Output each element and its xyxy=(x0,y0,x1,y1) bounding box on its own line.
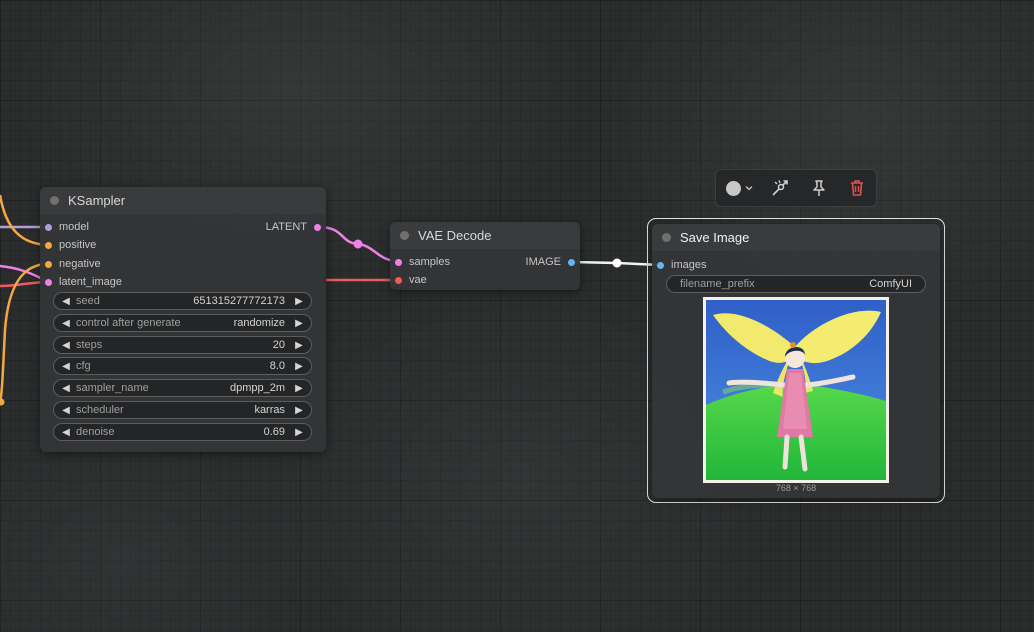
slot-label: images xyxy=(671,259,707,271)
increment-arrow-icon[interactable]: ▶ xyxy=(293,340,305,351)
widget-control-after-generate[interactable]: ◀ control after generate randomize ▶ xyxy=(53,314,312,332)
slot-label: samples xyxy=(409,256,450,268)
color-circle-icon xyxy=(726,180,742,196)
link-reroute-dot xyxy=(353,239,363,249)
output-slot-image[interactable]: IMAGE xyxy=(526,254,575,270)
bypass-icon xyxy=(772,180,789,196)
widget-label: filename_prefix xyxy=(680,278,755,290)
slot-dot-icon[interactable] xyxy=(314,223,321,231)
slot-label: LATENT xyxy=(265,221,307,233)
slot-label: latent_image xyxy=(59,276,122,288)
vae-decode-node[interactable]: VAE Decode samples vae IMAGE xyxy=(390,222,580,290)
widget-label: seed xyxy=(76,295,100,307)
widget-value[interactable]: 20 xyxy=(273,339,285,351)
image-size-label: 768 × 768 xyxy=(775,483,817,493)
widget-value[interactable]: randomize xyxy=(234,317,285,329)
slot-dot-icon[interactable] xyxy=(657,261,664,269)
increment-arrow-icon[interactable]: ▶ xyxy=(293,296,305,307)
link-reroute-dot xyxy=(0,398,5,406)
widget-label: steps xyxy=(76,339,103,351)
bypass-button[interactable] xyxy=(761,173,799,203)
node-title-bar[interactable]: VAE Decode xyxy=(390,222,580,249)
decrement-arrow-icon[interactable]: ◀ xyxy=(60,318,72,329)
color-picker-button[interactable] xyxy=(723,173,757,203)
decrement-arrow-icon[interactable]: ◀ xyxy=(60,361,72,372)
decrement-arrow-icon[interactable]: ◀ xyxy=(60,405,72,416)
input-slot-images[interactable]: images xyxy=(657,257,706,273)
decrement-arrow-icon[interactable]: ◀ xyxy=(60,383,72,394)
slot-dot-icon[interactable] xyxy=(45,241,52,249)
slot-label: positive xyxy=(59,239,97,251)
decrement-arrow-icon[interactable]: ◀ xyxy=(60,427,72,438)
widget-label: cfg xyxy=(76,360,91,372)
input-slot-latent-image[interactable]: latent_image xyxy=(45,274,122,290)
increment-arrow-icon[interactable]: ▶ xyxy=(293,383,305,394)
slot-dot-icon[interactable] xyxy=(45,260,52,268)
input-slot-samples[interactable]: samples xyxy=(395,254,450,270)
widget-cfg[interactable]: ◀ cfg 8.0 ▶ xyxy=(53,357,312,375)
widget-label: sampler_name xyxy=(76,382,149,394)
selection-toolbox xyxy=(715,169,877,207)
widget-value[interactable]: 8.0 xyxy=(270,360,285,372)
input-slot-positive[interactable]: positive xyxy=(45,237,96,253)
widget-label: scheduler xyxy=(76,404,124,416)
node-title: VAE Decode xyxy=(418,228,492,243)
node-title: KSampler xyxy=(68,193,126,208)
widget-filename-prefix[interactable]: filename_prefix ComfyUI xyxy=(666,275,926,293)
collapse-dot-icon[interactable] xyxy=(50,196,59,205)
ksampler-node[interactable]: KSampler model positive negative latent_… xyxy=(40,187,326,452)
widget-value[interactable]: karras xyxy=(254,404,285,416)
slot-label: model xyxy=(59,221,89,233)
node-title-bar[interactable]: KSampler xyxy=(40,187,326,214)
node-title-bar[interactable]: Save Image xyxy=(652,224,940,251)
output-slot-latent[interactable]: LATENT xyxy=(266,219,321,235)
slot-dot-icon[interactable] xyxy=(395,258,402,266)
delete-button[interactable] xyxy=(838,173,876,203)
increment-arrow-icon[interactable]: ▶ xyxy=(293,405,305,416)
widget-value[interactable]: 0.69 xyxy=(264,426,285,438)
input-slot-vae[interactable]: vae xyxy=(395,272,427,288)
save-image-node[interactable]: Save Image images filename_prefix ComfyU… xyxy=(652,224,940,498)
widget-sampler-name[interactable]: ◀ sampler_name dpmpp_2m ▶ xyxy=(53,379,312,397)
increment-arrow-icon[interactable]: ▶ xyxy=(293,361,305,372)
widget-value[interactable]: dpmpp_2m xyxy=(230,382,285,394)
slot-dot-icon[interactable] xyxy=(45,278,52,286)
slot-dot-icon[interactable] xyxy=(395,276,402,284)
increment-arrow-icon[interactable]: ▶ xyxy=(293,427,305,438)
chevron-down-icon xyxy=(745,186,753,191)
slot-label: IMAGE xyxy=(525,256,561,268)
slot-dot-icon[interactable] xyxy=(45,223,52,231)
pin-icon xyxy=(812,180,825,196)
node-graph-canvas[interactable]: KSampler model positive negative latent_… xyxy=(0,0,1034,632)
slot-dot-icon[interactable] xyxy=(568,258,575,266)
node-title: Save Image xyxy=(680,230,750,245)
input-slot-model[interactable]: model xyxy=(45,219,89,235)
widget-steps[interactable]: ◀ steps 20 ▶ xyxy=(53,336,312,354)
trash-icon xyxy=(850,180,863,196)
decrement-arrow-icon[interactable]: ◀ xyxy=(60,296,72,307)
widget-value[interactable]: ComfyUI xyxy=(869,278,912,290)
widget-seed[interactable]: ◀ seed 651315277772173 ▶ xyxy=(53,292,312,310)
widget-value[interactable]: 651315277772173 xyxy=(193,295,285,307)
link-reroute-dot xyxy=(612,258,622,268)
increment-arrow-icon[interactable]: ▶ xyxy=(293,318,305,329)
collapse-dot-icon[interactable] xyxy=(662,233,671,242)
widget-label: denoise xyxy=(76,426,115,438)
decrement-arrow-icon[interactable]: ◀ xyxy=(60,340,72,351)
pin-button[interactable] xyxy=(800,173,838,203)
collapse-dot-icon[interactable] xyxy=(400,231,409,240)
image-preview[interactable] xyxy=(703,297,889,483)
slot-label: vae xyxy=(409,274,427,286)
input-slot-negative[interactable]: negative xyxy=(45,256,101,272)
widget-denoise[interactable]: ◀ denoise 0.69 ▶ xyxy=(53,423,312,441)
widget-label: control after generate xyxy=(76,317,181,329)
widget-scheduler[interactable]: ◀ scheduler karras ▶ xyxy=(53,401,312,419)
slot-label: negative xyxy=(59,258,101,270)
